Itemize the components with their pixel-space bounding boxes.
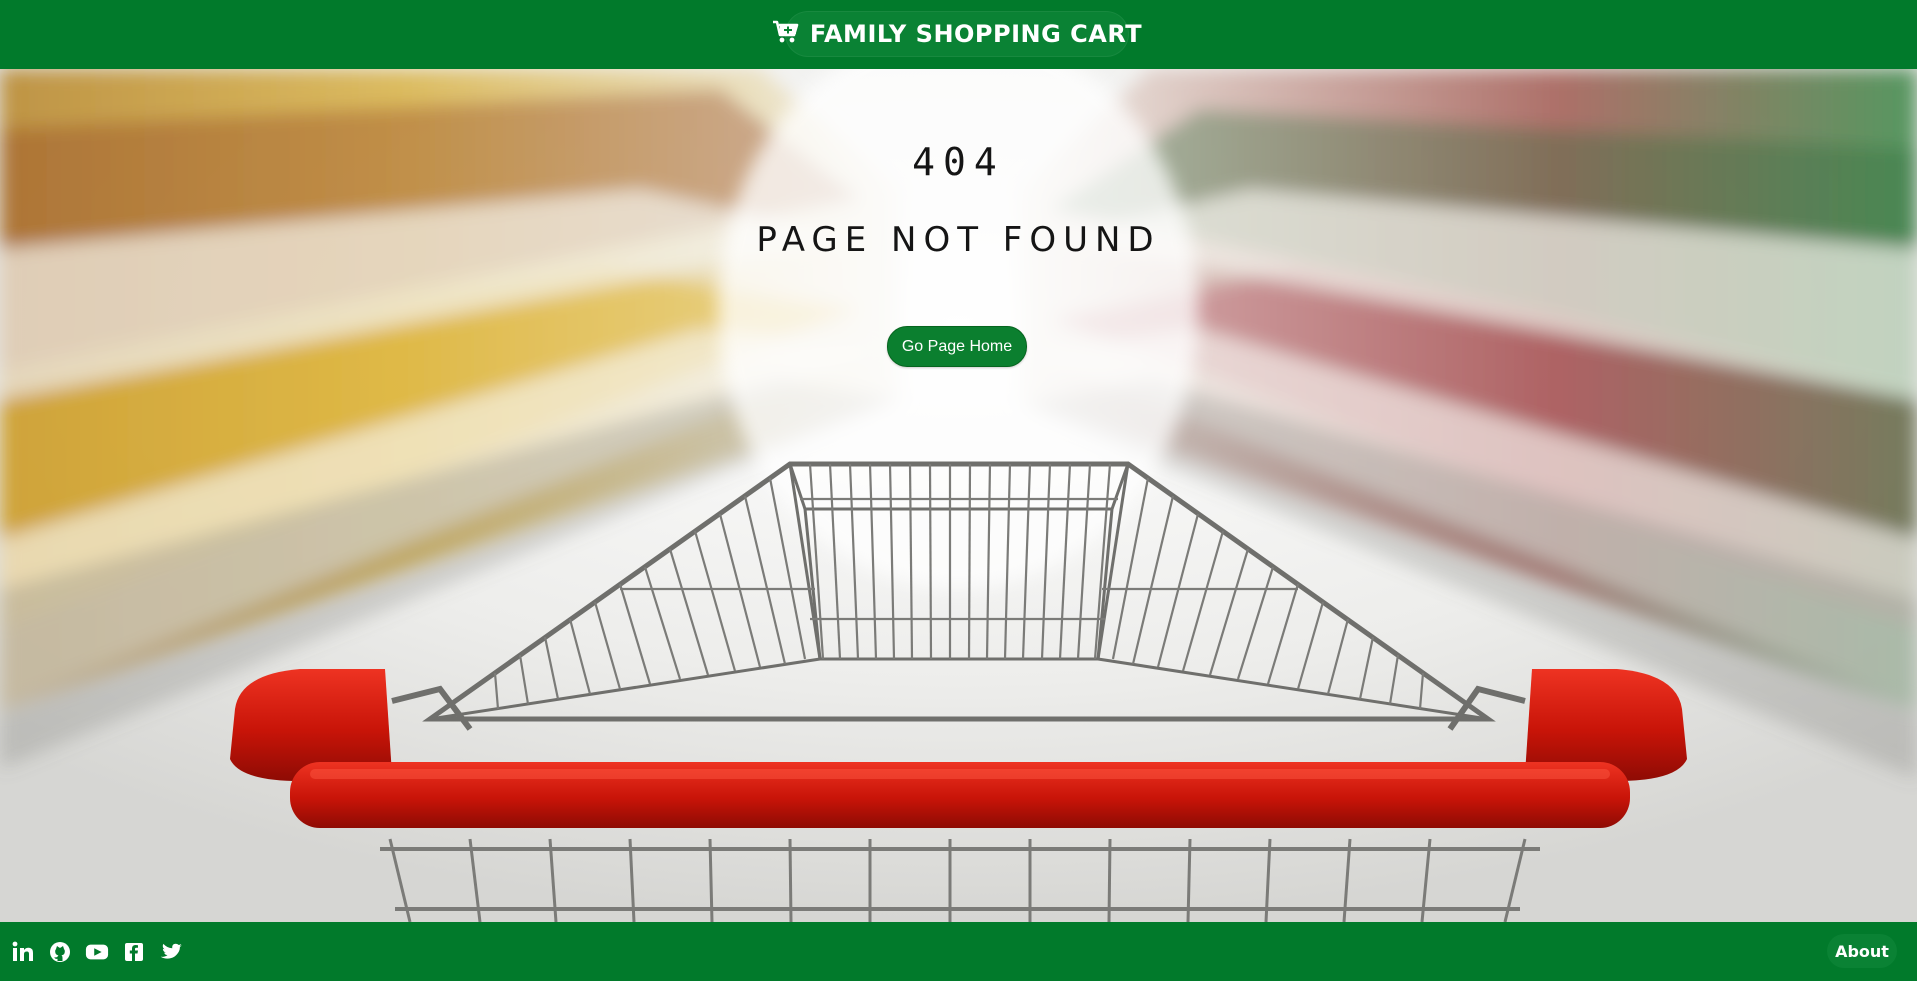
page: FAMILY SHOPPING CART 404 PAGE NOT FOUND … xyxy=(0,0,1917,981)
brand-title: FAMILY SHOPPING CART xyxy=(809,20,1143,48)
github-icon[interactable] xyxy=(48,940,72,964)
social-links xyxy=(11,940,183,964)
youtube-icon[interactable] xyxy=(85,940,109,964)
shopping-cart-aisle-image xyxy=(0,69,1917,922)
facebook-icon[interactable] xyxy=(122,940,146,964)
go-home-button[interactable]: Go Page Home xyxy=(887,326,1027,367)
cart-icon xyxy=(772,20,800,48)
about-button[interactable]: About xyxy=(1827,934,1897,968)
brand-home-link[interactable]: FAMILY SHOPPING CART xyxy=(772,11,1142,57)
error-code: 404 xyxy=(912,140,1005,184)
top-navbar: FAMILY SHOPPING CART xyxy=(0,0,1917,69)
error-message: PAGE NOT FOUND xyxy=(756,220,1161,260)
twitter-icon[interactable] xyxy=(159,940,183,964)
footer-bar xyxy=(0,922,1917,981)
linkedin-icon[interactable] xyxy=(11,940,35,964)
